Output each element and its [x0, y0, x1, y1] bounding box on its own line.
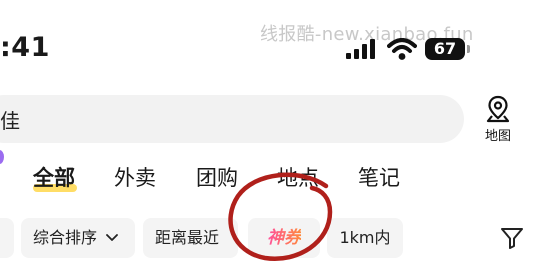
tab-notes[interactable]: 笔记 — [358, 162, 400, 194]
status-icons: 67 — [346, 34, 470, 64]
battery-cap — [467, 45, 470, 53]
battery-icon: 67 — [425, 38, 465, 60]
distance-filter-label: 距离最近 — [155, 228, 220, 247]
map-button[interactable]: 地图 — [478, 94, 518, 146]
range-filter-label: 1km内 — [339, 228, 391, 247]
battery-level: 67 — [433, 39, 457, 58]
tab-places[interactable]: 地点 — [277, 162, 319, 194]
tab-group-buy[interactable]: 团购 — [196, 162, 238, 194]
chevron-down-icon — [106, 234, 119, 241]
notification-dot — [0, 150, 4, 164]
coupon-badge: 神券 — [267, 228, 301, 248]
funnel-icon[interactable] — [500, 226, 524, 250]
cellular-signal-icon — [346, 39, 375, 59]
search-input[interactable]: 佳 — [0, 95, 464, 143]
tab-all[interactable]: 全部 — [33, 162, 75, 194]
sort-dropdown[interactable]: 综合排序 — [21, 218, 135, 258]
coupon-filter-chip[interactable]: 神券 — [248, 218, 320, 258]
distance-filter-chip[interactable]: 距离最近 — [143, 218, 238, 258]
filter-chip-partial[interactable] — [0, 218, 14, 258]
range-filter-chip[interactable]: 1km内 — [327, 218, 403, 258]
search-query-text: 佳 — [0, 108, 20, 133]
tab-takeout[interactable]: 外卖 — [114, 162, 156, 194]
status-time: :41 — [0, 32, 50, 63]
sort-dropdown-label: 综合排序 — [33, 228, 98, 247]
map-button-label: 地图 — [484, 129, 511, 144]
wifi-icon — [387, 38, 417, 60]
map-pin-icon — [486, 95, 510, 123]
